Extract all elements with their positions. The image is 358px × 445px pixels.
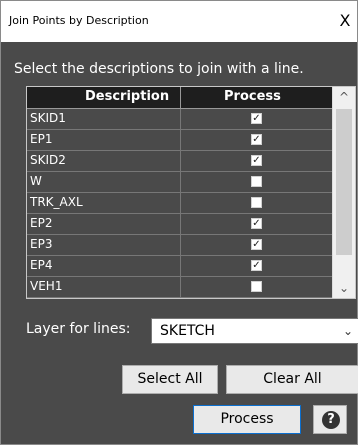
column-divider (180, 256, 181, 276)
description-cell: EP1 (30, 132, 53, 146)
process-checkbox[interactable]: ✓ (251, 218, 262, 229)
description-cell: EP3 (30, 237, 53, 251)
layer-label: Layer for lines: (26, 321, 131, 337)
process-checkbox[interactable]: ✓ (251, 239, 262, 250)
descriptions-table: Description Process SKID1 ✓ EP1 ✓ SKID2 ✓ W TRK… (26, 86, 356, 299)
column-divider (180, 277, 181, 297)
close-icon[interactable]: X (333, 9, 357, 33)
process-checkbox[interactable] (251, 197, 262, 208)
table-row[interactable]: EP3 ✓ (27, 235, 334, 256)
process-checkbox[interactable]: ✓ (251, 155, 262, 166)
join-points-dialog: Join Points by Description X Select the … (0, 0, 358, 445)
instruction-text: Select the descriptions to join with a l… (14, 61, 304, 77)
column-divider (180, 235, 181, 255)
description-cell: VEH1 (30, 279, 63, 293)
column-divider (180, 193, 181, 213)
description-cell: EP4 (30, 258, 53, 272)
clear-all-button[interactable]: Clear All (226, 365, 358, 394)
layer-selected-value: SKETCH (160, 323, 215, 339)
scrollbar-thumb[interactable] (336, 109, 352, 255)
layer-dropdown[interactable]: SKETCH ⌄ (151, 318, 358, 344)
chevron-down-icon[interactable]: ⌄ (338, 319, 358, 343)
column-divider (180, 109, 181, 129)
column-divider (180, 172, 181, 192)
table-row[interactable]: EP1 ✓ (27, 130, 334, 151)
description-column-header[interactable]: Description (85, 89, 169, 104)
scroll-up-icon[interactable]: ^ (333, 87, 355, 107)
help-button[interactable]: ? (313, 405, 347, 434)
table-body: SKID1 ✓ EP1 ✓ SKID2 ✓ W TRK_AXL EP2 ✓ EP3 ✓ EP4 ✓ VEH1 (27, 109, 334, 298)
column-divider (180, 130, 181, 150)
title-bar: Join Points by Description X (1, 1, 357, 42)
table-row[interactable]: SKID2 ✓ (27, 151, 334, 172)
process-checkbox[interactable]: ✓ (251, 134, 262, 145)
scroll-down-icon[interactable]: ⌄ (333, 278, 355, 298)
description-cell: TRK_AXL (30, 195, 83, 209)
table-row[interactable]: EP4 ✓ (27, 256, 334, 277)
process-column-header[interactable]: Process (224, 89, 281, 104)
table-row[interactable]: W (27, 172, 334, 193)
process-checkbox[interactable]: ✓ (251, 113, 262, 124)
description-cell: SKID2 (30, 153, 66, 167)
description-cell: SKID1 (30, 111, 66, 125)
select-all-button[interactable]: Select All (122, 365, 218, 394)
process-checkbox[interactable] (251, 176, 262, 187)
table-row[interactable]: TRK_AXL (27, 193, 334, 214)
table-row[interactable]: EP2 ✓ (27, 214, 334, 235)
column-divider (180, 87, 181, 108)
vertical-scrollbar[interactable]: ^ ⌄ (332, 87, 355, 298)
column-divider (180, 214, 181, 234)
column-divider (180, 151, 181, 171)
description-cell: W (30, 174, 42, 188)
window-title: Join Points by Description (9, 14, 149, 27)
description-cell: EP2 (30, 216, 53, 230)
table-row[interactable]: VEH1 (27, 277, 334, 298)
process-button[interactable]: Process (193, 405, 301, 434)
process-checkbox[interactable]: ✓ (251, 260, 262, 271)
help-icon: ? (322, 411, 340, 429)
table-header: Description Process (27, 87, 334, 109)
process-checkbox[interactable] (251, 281, 262, 292)
table-row[interactable]: SKID1 ✓ (27, 109, 334, 130)
